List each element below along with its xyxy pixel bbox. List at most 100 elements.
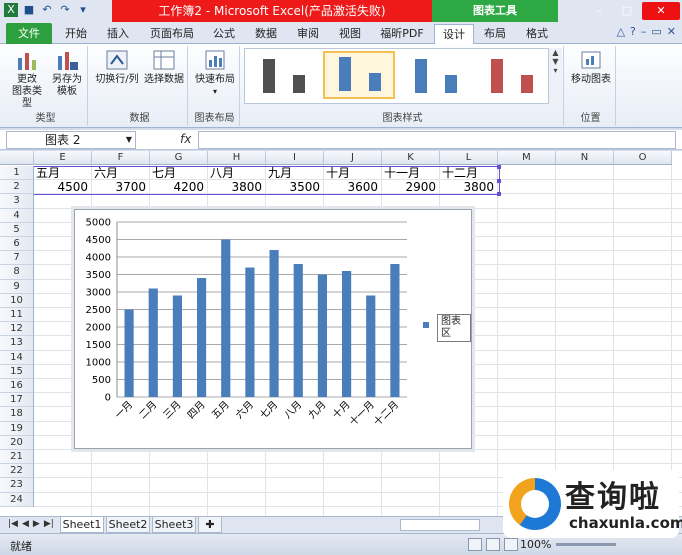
move-chart-button[interactable]: 移动图表 — [568, 48, 614, 86]
range-handle[interactable] — [497, 179, 501, 183]
row-header[interactable]: 1 — [0, 166, 34, 181]
tab-format[interactable]: 格式 — [520, 24, 554, 44]
chevron-down-icon[interactable]: ▼ — [126, 132, 132, 148]
normal-view-icon[interactable] — [468, 538, 482, 551]
worksheet-grid[interactable]: E F G H I J K L M N O 1 2 3 4 5 6 7 8 9 10 11 12 13 14 15 16 17 18 19… — [0, 151, 682, 516]
row-header[interactable]: 18 — [0, 407, 34, 422]
row-header[interactable]: 8 — [0, 265, 34, 280]
cell-value[interactable]: 3800 — [440, 180, 496, 194]
row-header[interactable]: 22 — [0, 464, 34, 479]
column-header[interactable]: G — [150, 151, 208, 165]
bar[interactable] — [293, 264, 303, 397]
bar[interactable] — [317, 274, 328, 398]
doc-minimize-icon[interactable]: – — [641, 25, 647, 38]
first-sheet-icon[interactable]: |◀ — [8, 519, 18, 529]
cell-month[interactable]: 十月 — [326, 166, 382, 180]
bar[interactable] — [341, 271, 352, 397]
column-header[interactable]: F — [92, 151, 150, 165]
bar[interactable] — [269, 250, 279, 397]
row-header[interactable]: 10 — [0, 293, 34, 308]
tab-design[interactable]: 设计 — [434, 24, 474, 45]
cell-month[interactable]: 十二月 — [442, 166, 498, 180]
close-icon[interactable]: ✕ — [642, 2, 680, 20]
cell-month[interactable]: 十一月 — [384, 166, 440, 180]
tab-formulas[interactable]: 公式 — [208, 24, 240, 44]
row-header[interactable]: 20 — [0, 435, 34, 450]
chart-area[interactable]: 0 500 1000 1500 2000 2500 3000 3500 4000 4500 5000… — [74, 209, 472, 449]
cell-value[interactable]: 3700 — [92, 180, 148, 194]
column-header[interactable]: M — [498, 151, 556, 165]
change-chart-type-button[interactable]: 更改 图表类型 — [8, 48, 46, 110]
bar[interactable] — [196, 278, 207, 397]
help-icon[interactable]: ? — [630, 25, 636, 38]
bar[interactable] — [148, 288, 158, 398]
select-all-corner[interactable] — [0, 151, 34, 165]
switch-row-column-button[interactable]: 切换行/列 — [94, 48, 140, 86]
formula-input[interactable] — [198, 131, 676, 149]
save-as-template-button[interactable]: 另存为 模板 — [48, 48, 86, 98]
column-header[interactable]: K — [382, 151, 440, 165]
row-header[interactable]: 14 — [0, 350, 34, 365]
page-layout-view-icon[interactable] — [486, 538, 500, 551]
tab-foxit-pdf[interactable]: 福昕PDF — [374, 24, 430, 44]
tab-view[interactable]: 视图 — [334, 24, 366, 44]
legend-marker[interactable] — [423, 322, 429, 328]
column-header[interactable]: O — [614, 151, 672, 165]
doc-restore-icon[interactable]: ▭ — [651, 25, 661, 38]
cell-value[interactable]: 4200 — [150, 180, 206, 194]
cell-value[interactable]: 3500 — [266, 180, 322, 194]
row-header[interactable]: 19 — [0, 421, 34, 436]
bar[interactable] — [221, 239, 231, 398]
undo-icon[interactable]: ↶ — [40, 3, 54, 17]
sheet-tab-sheet2[interactable]: Sheet2 — [106, 517, 150, 533]
tab-home[interactable]: 开始 — [60, 24, 92, 44]
row-header[interactable]: 9 — [0, 279, 34, 294]
cell-value[interactable]: 3600 — [324, 180, 380, 194]
insert-function-button[interactable]: fx — [180, 132, 191, 146]
zoom-level[interactable]: 100% — [520, 538, 551, 551]
tab-page-layout[interactable]: 页面布局 — [144, 24, 200, 44]
last-sheet-icon[interactable]: ▶| — [44, 519, 54, 529]
row-header[interactable]: 11 — [0, 308, 34, 323]
bar[interactable] — [172, 295, 183, 398]
cell-value[interactable]: 2900 — [382, 180, 438, 194]
prev-sheet-icon[interactable]: ◀ — [22, 519, 29, 529]
chart-style-4[interactable] — [477, 51, 549, 99]
row-header[interactable]: 23 — [0, 478, 34, 493]
row-header[interactable]: 6 — [0, 237, 34, 252]
range-handle[interactable] — [497, 165, 501, 169]
row-header[interactable]: 24 — [0, 492, 34, 507]
bar[interactable] — [390, 264, 400, 397]
tab-insert[interactable]: 插入 — [102, 24, 134, 44]
column-header[interactable]: I — [266, 151, 324, 165]
next-sheet-icon[interactable]: ▶ — [33, 519, 40, 529]
quick-layout-button[interactable]: 快速布局 ▾ — [192, 48, 238, 98]
column-header[interactable]: E — [34, 151, 92, 165]
chart-style-1[interactable] — [249, 51, 321, 99]
collapse-ribbon-icon[interactable]: △ — [617, 25, 625, 38]
row-header[interactable]: 13 — [0, 336, 34, 351]
customize-qat-icon[interactable]: ▾ — [76, 3, 90, 17]
row-header[interactable]: 2 — [0, 180, 34, 195]
more-styles-icon[interactable]: ▾ — [549, 66, 562, 75]
bar[interactable] — [245, 267, 255, 398]
styles-scroll[interactable]: ▲ ▼ ▾ — [548, 48, 562, 104]
new-sheet-icon[interactable]: ✚ — [198, 517, 222, 533]
row-header[interactable]: 7 — [0, 251, 34, 266]
cell-month[interactable]: 七月 — [152, 166, 208, 180]
name-box[interactable]: 图表 2 ▼ — [6, 131, 136, 149]
tab-file[interactable]: 文件 — [6, 23, 52, 44]
row-header[interactable]: 16 — [0, 379, 34, 394]
row-header[interactable]: 21 — [0, 450, 34, 465]
cell-value[interactable]: 4500 — [34, 180, 90, 194]
row-header[interactable]: 3 — [0, 194, 34, 209]
redo-icon[interactable]: ↷ — [58, 3, 72, 17]
cell-month[interactable]: 九月 — [268, 166, 324, 180]
cell-month[interactable]: 八月 — [210, 166, 266, 180]
row-header[interactable]: 17 — [0, 393, 34, 408]
minimize-icon[interactable]: – — [586, 2, 612, 20]
save-icon[interactable]: ■ — [22, 3, 36, 17]
column-header[interactable]: J — [324, 151, 382, 165]
cell-value[interactable]: 3800 — [208, 180, 264, 194]
column-header[interactable]: L — [440, 151, 498, 165]
